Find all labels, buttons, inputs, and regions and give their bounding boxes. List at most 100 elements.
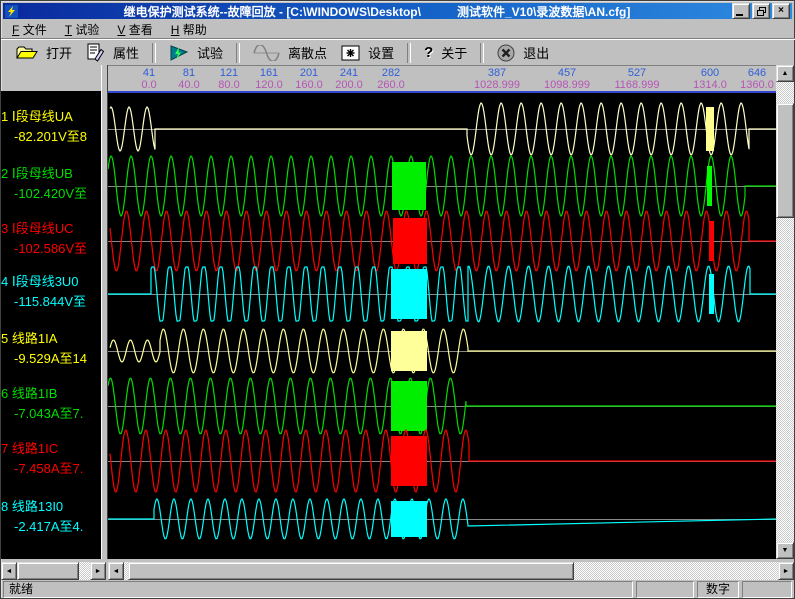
hscroll-track-right[interactable] <box>124 562 778 580</box>
status-mode: 数字 <box>697 581 739 598</box>
ruler-sample-label: 81 <box>183 67 195 79</box>
open-folder-icon <box>16 45 38 61</box>
menu-item-H[interactable]: H 帮助 <box>162 20 216 39</box>
sine-wave-icon <box>253 45 280 61</box>
triangle-down-icon: ▼ <box>782 547 789 554</box>
event-marker-block-2 <box>392 162 426 210</box>
exit-button[interactable]: 退出 <box>490 42 556 63</box>
minimize-icon <box>736 14 743 16</box>
open-button-label: 打开 <box>46 43 72 62</box>
cursor-mark-2 <box>707 166 712 206</box>
event-marker-block-5 <box>391 331 427 371</box>
channel-range: -102.420V至 <box>1 184 101 204</box>
ruler-sample-label: 282 <box>382 67 400 79</box>
scroll-up-button[interactable]: ▲ <box>776 65 794 82</box>
vertical-scroll-track[interactable] <box>776 82 794 542</box>
event-marker-block-8 <box>391 501 427 537</box>
minimize-button[interactable] <box>732 3 750 19</box>
channel-name: 线路1IC <box>12 441 58 456</box>
ruler-sample-label: 41 <box>143 67 155 79</box>
hscroll-track-left[interactable] <box>17 562 90 580</box>
menu-item-V[interactable]: V 查看 <box>108 20 161 39</box>
cursor-mark-3 <box>709 221 714 261</box>
about-button-label: 关于 <box>441 43 467 62</box>
waveform-trace-8 <box>108 499 776 539</box>
exit-icon <box>497 44 515 62</box>
channel-range: -2.417A至4. <box>1 517 101 537</box>
question-icon: ? <box>424 44 433 61</box>
channel-name: Ⅰ段母线UB <box>12 166 73 181</box>
menu-mnemonic: V <box>117 23 125 37</box>
test-button-label: 试验 <box>197 43 223 62</box>
channel-label-2[interactable]: 2 Ⅰ段母线UB -102.420V至 <box>1 164 101 204</box>
scroll-down-button[interactable]: ▼ <box>776 542 794 559</box>
channel-label-1[interactable]: 1 Ⅰ段母线UA -82.201V至8 <box>1 107 101 147</box>
channel-label-4[interactable]: 4 Ⅰ段母线3U0-115.844V至 <box>1 272 101 312</box>
timeline-ruler: 410.08140.012180.0161120.0201160.0241200… <box>108 65 776 91</box>
close-button[interactable]: × <box>772 3 790 19</box>
ruler-sample-label: 457 <box>558 67 576 79</box>
menu-item-F[interactable]: F 文件 <box>3 20 56 39</box>
channel-range: -82.201V至8 <box>1 127 101 147</box>
channel-range: -115.844V至 <box>1 292 101 312</box>
channel-label-6[interactable]: 6 线路1IB-7.043A至7. <box>1 384 101 424</box>
menu-item-T[interactable]: T 试验 <box>56 20 109 39</box>
status-panel-empty-2 <box>742 581 792 598</box>
properties-button-label: 属性 <box>113 43 139 62</box>
event-marker-block-3 <box>393 218 427 264</box>
restore-icon <box>757 7 766 16</box>
channel-label-5[interactable]: 5 线路1IA-9.529A至14 <box>1 329 101 369</box>
vertical-scroll-thumb[interactable] <box>776 103 794 218</box>
cursor-mark-1 <box>706 107 714 151</box>
triangle-right-icon: ► <box>95 568 102 575</box>
channel-label-8[interactable]: 8 线路13I0-2.417A至4. <box>1 497 101 537</box>
event-marker-block-6 <box>391 381 427 431</box>
cursor-mark-4 <box>709 274 714 314</box>
hscroll-thumb-left[interactable] <box>17 562 79 580</box>
test-button[interactable]: 试验 <box>162 42 230 63</box>
channel-name: Ⅰ段母线UA <box>12 109 73 124</box>
about-button[interactable]: ? 关于 <box>417 42 474 63</box>
ruler-time-label: 160.0 <box>295 79 323 91</box>
ruler-time-label: 0.0 <box>141 79 156 91</box>
triangle-up-icon: ▲ <box>782 70 789 77</box>
hscroll-thumb-right[interactable] <box>128 562 574 580</box>
vertical-scrollbar: ▲ ▼ <box>776 65 794 559</box>
channel-number: 1 <box>1 109 8 124</box>
menu-label: 查看 <box>129 23 153 37</box>
ruler-sample-label: 161 <box>260 67 278 79</box>
waveform-trace-1 <box>110 103 776 155</box>
scroll-right-button[interactable]: ► <box>778 562 794 580</box>
channel-number: 2 <box>1 166 8 181</box>
scroll-right-button[interactable]: ► <box>90 562 106 580</box>
ruler-time-label: 1360.0 <box>740 79 774 91</box>
panel-splitter[interactable] <box>101 65 108 559</box>
status-bar: 就绪 数字 <box>3 581 792 598</box>
triangle-right-icon: ► <box>783 568 790 575</box>
waveform-top-divider <box>108 91 776 93</box>
properties-button[interactable]: 属性 <box>79 42 146 63</box>
status-ready: 就绪 <box>3 581 633 598</box>
discrete-button[interactable]: 离散点 <box>246 42 334 63</box>
channel-range: -7.043A至7. <box>1 404 101 424</box>
scroll-left-button[interactable]: ◄ <box>1 562 17 580</box>
restore-button[interactable] <box>752 3 770 19</box>
ruler-time-label: 1314.0 <box>693 79 727 91</box>
scroll-left-button[interactable]: ◄ <box>108 562 124 580</box>
ruler-sample-label: 527 <box>628 67 646 79</box>
toolbar-separator <box>236 43 240 63</box>
menu-mnemonic: H <box>171 23 180 37</box>
exit-button-label: 退出 <box>523 43 549 62</box>
channel-panel-hscrollbar: ◄ ► <box>1 562 106 580</box>
settings-button-label: 设置 <box>368 43 394 62</box>
channel-label-7[interactable]: 7 线路1IC-7.458A至7. <box>1 439 101 479</box>
settings-button[interactable]: 设置 <box>334 42 401 63</box>
open-button[interactable]: 打开 <box>9 42 79 63</box>
channel-number: 8 <box>1 499 8 514</box>
waveform-canvas[interactable] <box>108 91 776 559</box>
settings-icon <box>341 45 360 61</box>
discrete-button-label: 离散点 <box>288 43 327 62</box>
channel-label-3[interactable]: 3 Ⅰ段母线UC-102.586V至 <box>1 219 101 259</box>
window-title-right: 测试软件_V10\录波数据\AN.cfg] <box>457 3 630 20</box>
triangle-left-icon: ◄ <box>113 568 120 575</box>
